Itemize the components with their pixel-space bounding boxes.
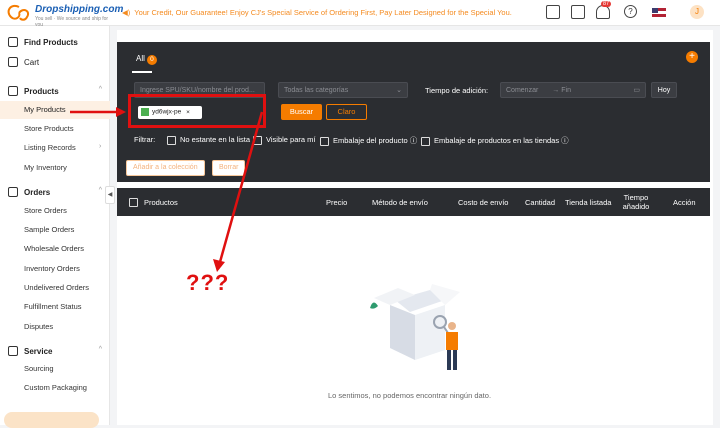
annotation-arrows xyxy=(70,107,264,272)
annotation-question-marks: ??? xyxy=(186,270,230,295)
